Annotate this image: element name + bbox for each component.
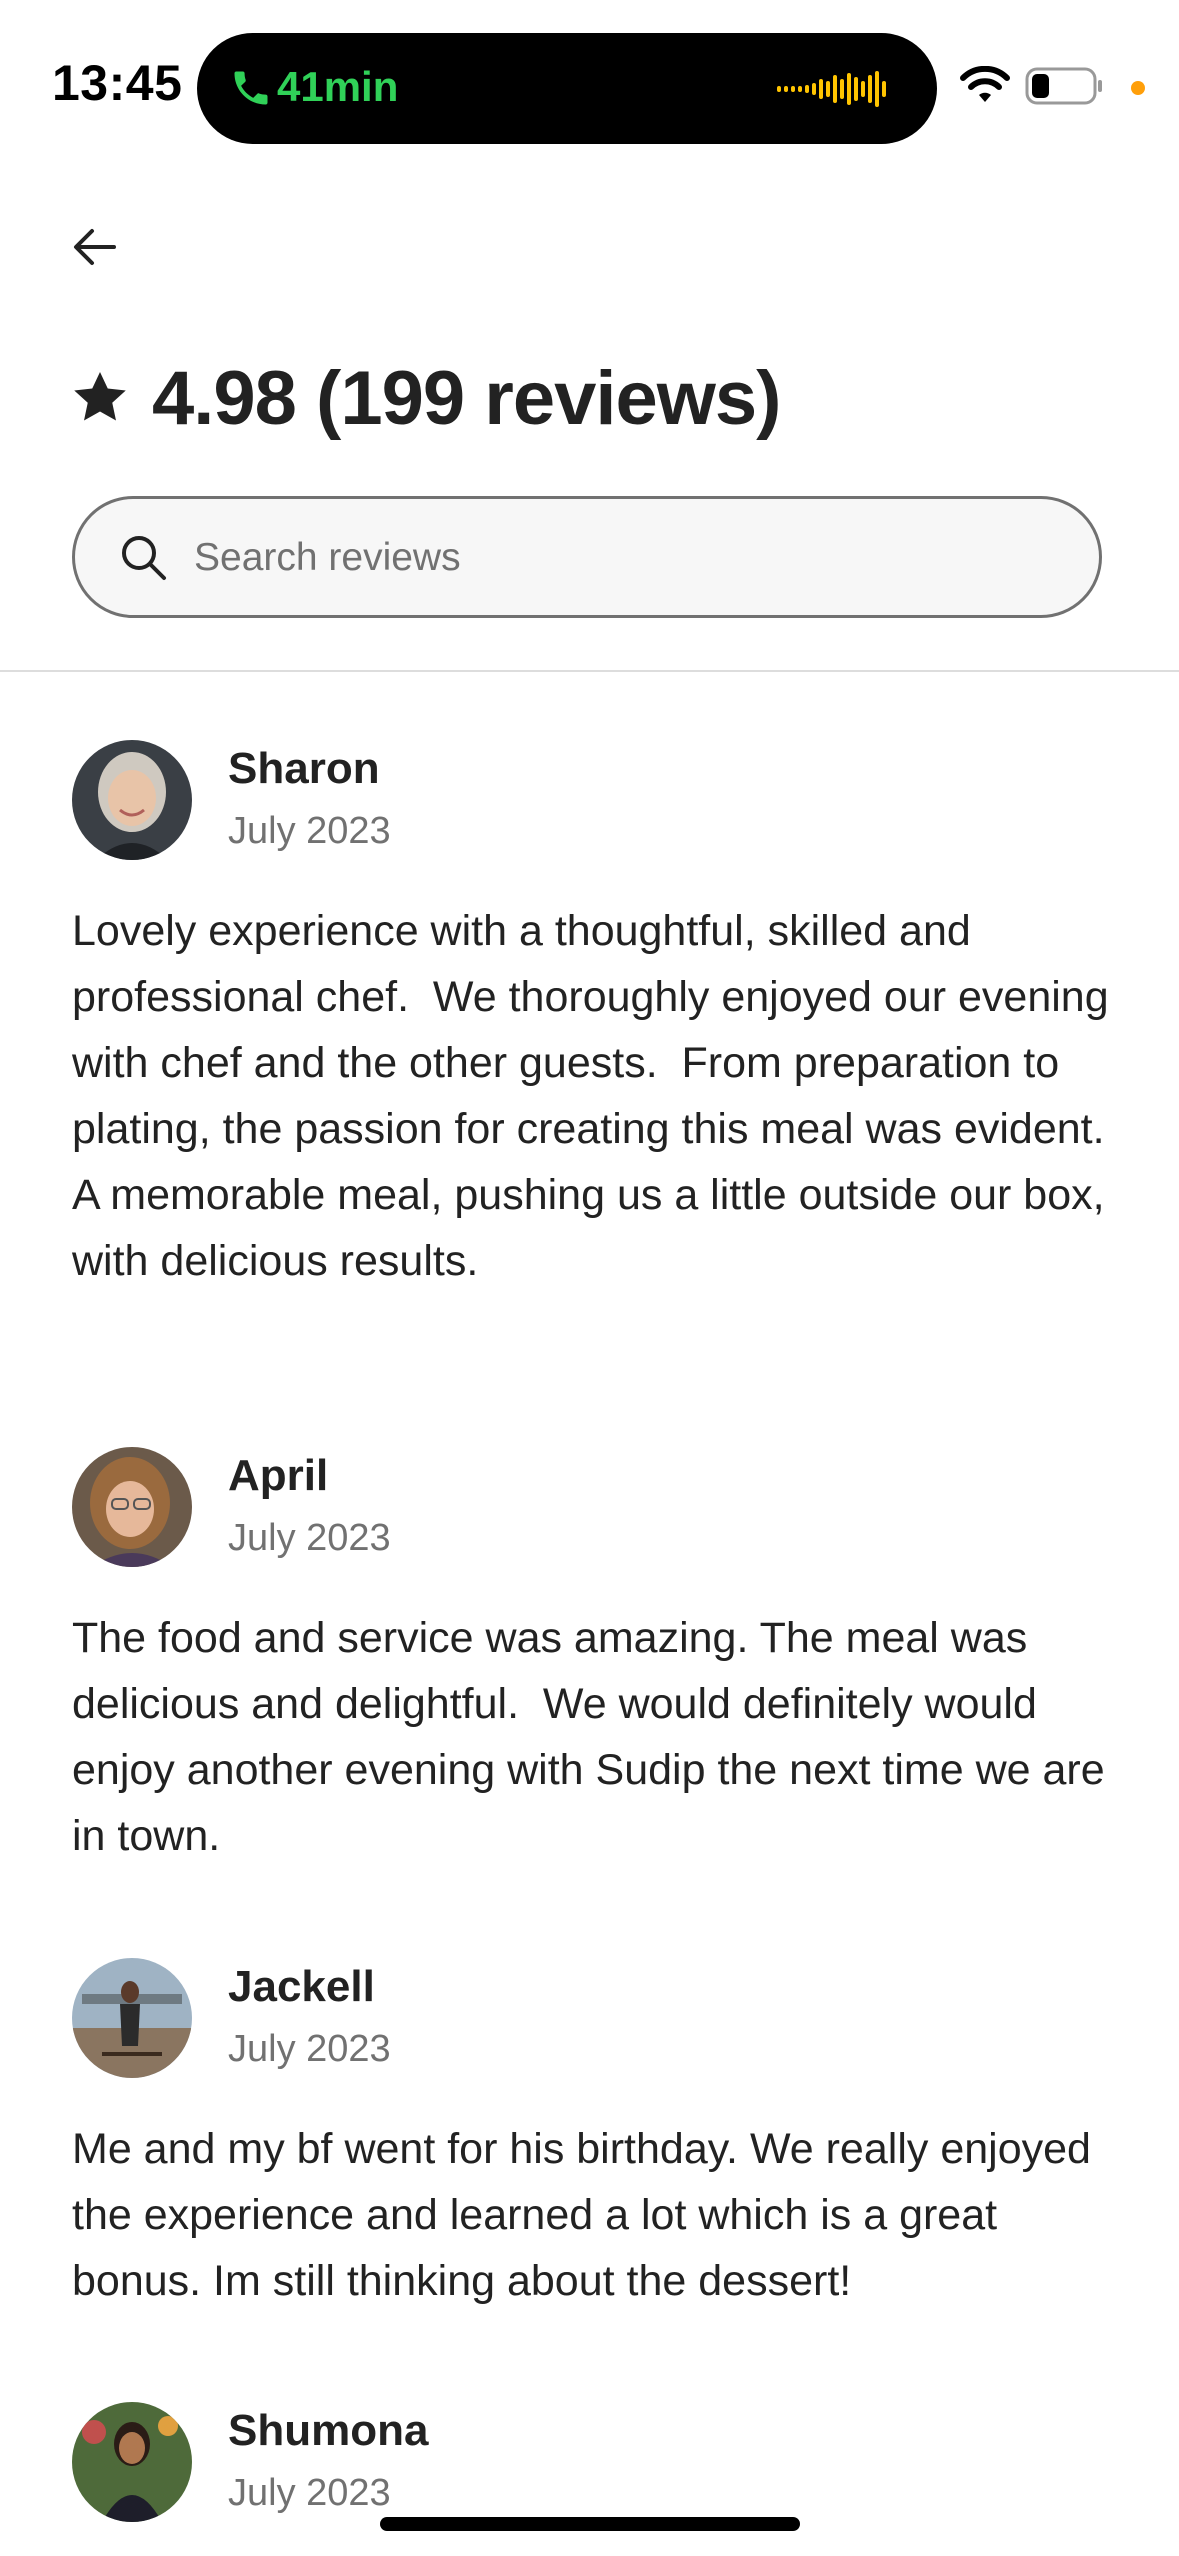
review-date: July 2023 bbox=[228, 1517, 391, 1559]
reviewer-name: Jackell bbox=[228, 1962, 375, 2011]
rating-heading: 4.98 (199 reviews) bbox=[152, 355, 781, 441]
rating-summary: 4.98 (199 reviews) bbox=[70, 348, 781, 448]
phone-icon bbox=[234, 71, 268, 105]
reviewer-avatar[interactable] bbox=[72, 2402, 192, 2522]
reviewer-avatar[interactable] bbox=[72, 1447, 192, 1567]
star-icon bbox=[74, 372, 126, 421]
back-arrow-icon[interactable] bbox=[70, 222, 120, 272]
search-input[interactable] bbox=[192, 525, 1056, 591]
battery-icon bbox=[1025, 67, 1102, 105]
review-date: July 2023 bbox=[228, 2472, 391, 2514]
reviewer-name: April bbox=[228, 1451, 329, 1500]
review-text: Lovely experience with a thoughtful, ski… bbox=[72, 907, 1127, 1285]
search-icon bbox=[122, 536, 166, 580]
review-text: The food and service was amazing. The me… bbox=[72, 1614, 1117, 1860]
active-call-pill[interactable]: 41min bbox=[197, 33, 937, 144]
header-divider bbox=[0, 670, 1179, 672]
home-indicator[interactable] bbox=[380, 2517, 800, 2531]
privacy-indicator-dot bbox=[1131, 81, 1145, 95]
call-duration: 41min bbox=[277, 63, 399, 110]
reviewer-avatar[interactable] bbox=[72, 1958, 192, 2078]
audio-waveform-icon bbox=[777, 71, 886, 107]
review-date: July 2023 bbox=[228, 2028, 391, 2070]
review-text: Me and my bf went for his birthday. We r… bbox=[72, 2125, 1103, 2305]
wifi-icon bbox=[960, 66, 1010, 102]
status-clock: 13:45 bbox=[52, 55, 183, 111]
reviewer-name: Shumona bbox=[228, 2406, 429, 2455]
search-bar[interactable] bbox=[72, 496, 1102, 618]
status-bar: 13:45 41min bbox=[0, 0, 1179, 150]
reviewer-name: Sharon bbox=[228, 744, 380, 793]
review-date: July 2023 bbox=[228, 810, 391, 852]
reviewer-avatar[interactable] bbox=[72, 740, 192, 860]
